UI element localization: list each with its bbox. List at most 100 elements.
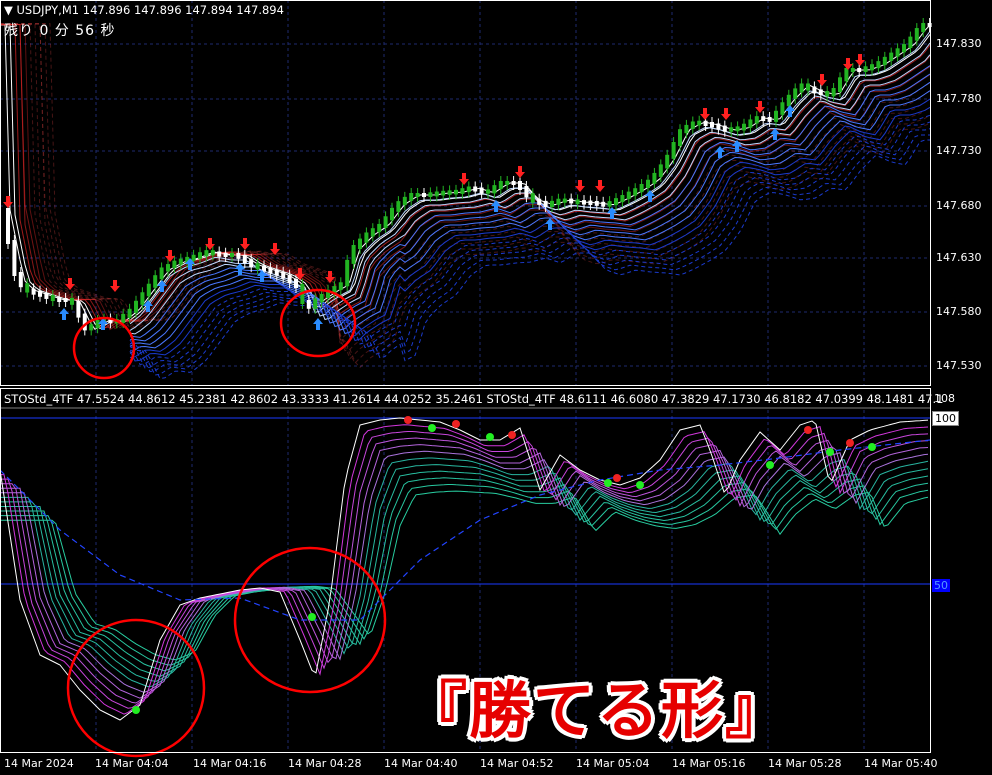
- sell-arrow-icon: [700, 108, 710, 120]
- ma-line: [129, 98, 931, 358]
- candle-body: [652, 172, 657, 184]
- candle-body: [575, 199, 580, 205]
- candle-body: [684, 124, 689, 134]
- sell-arrow-icon: [165, 250, 175, 262]
- candle-body: [850, 68, 855, 72]
- buy-dot-icon: [826, 448, 834, 456]
- candle-body: [31, 288, 36, 295]
- candle-body: [262, 265, 266, 272]
- candle-body: [882, 56, 887, 66]
- candle-body: [121, 313, 126, 324]
- ma-line: [129, 90, 931, 354]
- stoch-level-50: 50: [932, 579, 950, 592]
- dropdown-triangle-icon[interactable]: ▼: [4, 3, 13, 17]
- candle-body: [50, 294, 55, 302]
- buy-arrow-icon: [313, 318, 323, 330]
- candle-body: [338, 282, 343, 291]
- candle-body: [422, 193, 426, 197]
- sell-arrow-icon: [721, 108, 731, 120]
- candle-body: [742, 123, 746, 131]
- candle-body: [588, 200, 593, 205]
- candle-body: [204, 250, 209, 257]
- candle-body: [159, 267, 164, 280]
- time-label: 14 Mar 05:28: [768, 757, 842, 770]
- trading-chart[interactable]: [0, 0, 992, 775]
- candle-body: [870, 64, 874, 71]
- candle-body: [25, 283, 30, 293]
- candle-body: [409, 193, 414, 201]
- candle-body: [908, 36, 913, 49]
- candle-body: [287, 274, 292, 283]
- buy-dot-icon: [428, 424, 436, 432]
- sell-arrow-icon: [459, 173, 469, 185]
- candle-body: [562, 198, 567, 203]
- candle-body: [492, 185, 497, 194]
- candle-body: [351, 245, 356, 264]
- candle-body: [140, 292, 145, 305]
- candle-body: [838, 77, 842, 92]
- sell-arrow-icon: [817, 74, 827, 86]
- highlight-circle: [66, 618, 206, 758]
- sell-arrow-icon: [595, 180, 605, 192]
- time-label: 14 Mar 05:04: [576, 757, 650, 770]
- candle-body: [601, 201, 606, 207]
- symbol-header: ▼ USDJPY,M1 147.896 147.896 147.894 147.…: [4, 3, 284, 17]
- buy-dot-icon: [486, 433, 494, 441]
- stoch-line: [0, 477, 929, 672]
- sell-arrow-icon: [515, 166, 525, 178]
- candle-body: [620, 195, 625, 203]
- candle-body: [665, 154, 670, 169]
- buy-dot-icon: [766, 461, 774, 469]
- candle-body: [569, 198, 574, 204]
- candle-body: [370, 228, 375, 237]
- candle-body: [428, 192, 433, 197]
- sell-arrow-icon: [325, 271, 335, 283]
- stochastic-header: STOStd_4TF 47.5524 44.8612 45.2381 42.86…: [4, 392, 944, 406]
- candle-body: [274, 269, 279, 276]
- candle-body: [306, 300, 311, 309]
- candle-body: [460, 188, 465, 194]
- candle-body: [178, 258, 183, 265]
- candle-body: [831, 88, 836, 97]
- candle-body: [594, 200, 599, 206]
- sell-dot-icon: [613, 474, 621, 482]
- candle-body: [57, 297, 62, 302]
- buy-dot-icon: [132, 706, 140, 714]
- candle-body: [710, 122, 714, 128]
- candle-body: [377, 223, 382, 233]
- candle-body: [127, 308, 132, 318]
- candle-body: [358, 238, 362, 249]
- sell-dot-icon: [846, 439, 854, 447]
- stoch-level-top: 108: [934, 392, 955, 405]
- candle-body: [345, 259, 350, 287]
- sell-dot-icon: [404, 416, 412, 424]
- candle-body: [511, 181, 516, 185]
- candle-body: [902, 44, 906, 53]
- candle-body: [441, 190, 446, 196]
- candle-body: [134, 300, 138, 313]
- time-label: 14 Mar 04:52: [480, 757, 554, 770]
- candle-body: [895, 48, 900, 57]
- candle-body: [639, 184, 644, 193]
- candle-body: [863, 66, 868, 72]
- bar-countdown: 残り 0 分 56 秒: [4, 23, 116, 39]
- sell-arrow-icon: [110, 280, 120, 292]
- symbol-timeframe: USDJPY,M1: [16, 3, 80, 17]
- price-label: 147.780: [936, 92, 982, 105]
- candle-body: [473, 186, 478, 192]
- sell-dot-icon: [804, 426, 812, 434]
- candle-body: [780, 102, 785, 115]
- candle-body: [633, 188, 638, 196]
- candle-body: [582, 200, 586, 205]
- candle-body: [223, 252, 228, 257]
- candle-body: [479, 187, 484, 194]
- candle-body: [6, 208, 10, 244]
- candle-body: [876, 61, 881, 69]
- candle-body: [530, 193, 535, 203]
- candle-body: [255, 263, 260, 270]
- candle-body: [537, 198, 542, 205]
- buy-dot-icon: [868, 443, 876, 451]
- candle-body: [198, 252, 202, 259]
- ma-line: [0, 23, 931, 346]
- time-label: 14 Mar 04:04: [95, 757, 169, 770]
